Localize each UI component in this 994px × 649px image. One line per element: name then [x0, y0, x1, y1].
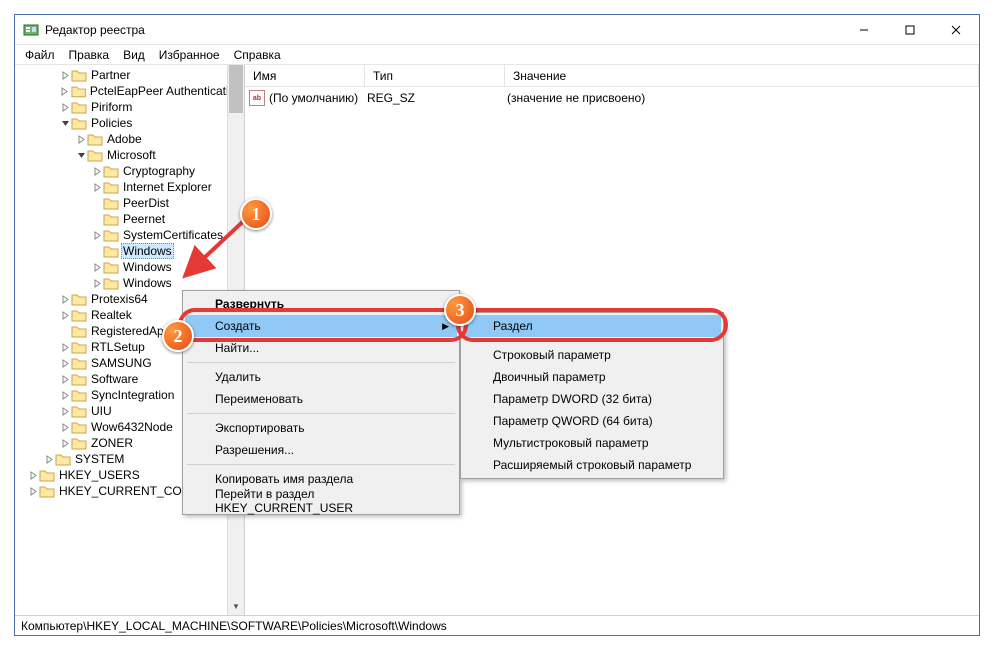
tree-item[interactable]: Piriform — [15, 99, 244, 115]
context-menu: Развернуть Создать▶ Найти... Удалить Пер… — [182, 290, 460, 515]
folder-icon — [71, 292, 87, 306]
scroll-down-icon[interactable]: ▼ — [228, 598, 244, 615]
folder-icon — [71, 372, 87, 386]
ctx-new-qword[interactable]: Параметр QWORD (64 бита) — [463, 410, 721, 432]
minimize-button[interactable] — [841, 15, 887, 44]
folder-icon — [103, 228, 119, 242]
tree-item[interactable]: PctelEapPeer Authentication — [15, 83, 244, 99]
folder-icon — [71, 388, 87, 402]
separator — [187, 362, 455, 363]
folder-icon — [103, 276, 119, 290]
folder-icon — [103, 180, 119, 194]
maximize-button[interactable] — [887, 15, 933, 44]
list-body: ab (По умолчанию) REG_SZ (значение не пр… — [245, 87, 979, 109]
value-row[interactable]: ab (По умолчанию) REG_SZ (значение не пр… — [249, 89, 975, 107]
folder-icon — [103, 244, 119, 258]
ctx-export[interactable]: Экспортировать — [185, 417, 457, 439]
ctx-new-key[interactable]: Раздел — [463, 315, 721, 337]
ctx-delete[interactable]: Удалить — [185, 366, 457, 388]
scroll-thumb[interactable] — [229, 65, 243, 113]
folder-icon — [71, 116, 87, 130]
ctx-goto[interactable]: Перейти в раздел HKEY_CURRENT_USER — [185, 490, 457, 512]
col-value[interactable]: Значение — [505, 65, 979, 86]
close-button[interactable] — [933, 15, 979, 44]
folder-icon — [87, 148, 103, 162]
statusbar: Компьютер\HKEY_LOCAL_MACHINE\SOFTWARE\Po… — [15, 615, 979, 635]
folder-icon — [55, 452, 71, 466]
status-path: Компьютер\HKEY_LOCAL_MACHINE\SOFTWARE\Po… — [21, 619, 447, 633]
tree-item[interactable]: Partner — [15, 67, 244, 83]
annotation-badge-1: 1 — [240, 198, 272, 230]
separator — [187, 464, 455, 465]
folder-icon — [39, 468, 55, 482]
context-submenu: Раздел Строковый параметр Двоичный парам… — [460, 312, 724, 479]
ctx-create[interactable]: Создать▶ — [185, 315, 457, 337]
ctx-new-binary[interactable]: Двоичный параметр — [463, 366, 721, 388]
menu-view[interactable]: Вид — [117, 46, 151, 64]
menu-help[interactable]: Справка — [228, 46, 287, 64]
folder-icon — [103, 164, 119, 178]
tree-item[interactable]: Policies — [15, 115, 244, 131]
folder-icon — [103, 196, 119, 210]
tree-item[interactable]: Adobe — [15, 131, 244, 147]
annotation-badge-2: 2 — [162, 320, 194, 352]
value-name: (По умолчанию) — [269, 91, 367, 105]
folder-icon — [71, 436, 87, 450]
folder-icon — [103, 212, 119, 226]
menubar: Файл Правка Вид Избранное Справка — [15, 45, 979, 65]
col-name[interactable]: Имя — [245, 65, 365, 86]
folder-icon — [71, 100, 87, 114]
ctx-find[interactable]: Найти... — [185, 337, 457, 359]
tree-item[interactable]: Internet Explorer — [15, 179, 244, 195]
folder-icon — [87, 132, 103, 146]
folder-icon — [71, 404, 87, 418]
folder-icon — [71, 68, 87, 82]
folder-icon — [103, 260, 119, 274]
tree-item[interactable]: Microsoft — [15, 147, 244, 163]
list-header: Имя Тип Значение — [245, 65, 979, 87]
titlebar[interactable]: Редактор реестра — [15, 15, 979, 45]
folder-icon — [71, 84, 86, 98]
ctx-expand[interactable]: Развернуть — [185, 293, 457, 315]
menu-edit[interactable]: Правка — [63, 46, 116, 64]
folder-icon — [71, 308, 87, 322]
annotation-badge-3: 3 — [444, 294, 476, 326]
ctx-new-string[interactable]: Строковый параметр — [463, 344, 721, 366]
ctx-new-expandstring[interactable]: Расширяемый строковый параметр — [463, 454, 721, 476]
folder-icon — [39, 484, 55, 498]
submenu-arrow-icon: ▶ — [442, 321, 449, 332]
ctx-new-dword[interactable]: Параметр DWORD (32 бита) — [463, 388, 721, 410]
string-value-icon: ab — [249, 90, 265, 106]
folder-icon — [71, 420, 87, 434]
ctx-rename[interactable]: Переименовать — [185, 388, 457, 410]
ctx-new-multistring[interactable]: Мультистроковый параметр — [463, 432, 721, 454]
separator — [465, 340, 719, 341]
menu-file[interactable]: Файл — [19, 46, 61, 64]
window-title: Редактор реестра — [45, 23, 841, 37]
menu-favorites[interactable]: Избранное — [153, 46, 226, 64]
folder-icon — [71, 340, 87, 354]
regedit-icon — [23, 22, 39, 38]
value-type: REG_SZ — [367, 91, 507, 105]
tree-item[interactable]: Cryptography — [15, 163, 244, 179]
ctx-permissions[interactable]: Разрешения... — [185, 439, 457, 461]
folder-icon — [71, 324, 87, 338]
col-type[interactable]: Тип — [365, 65, 505, 86]
folder-icon — [71, 356, 87, 370]
value-data: (значение не присвоено) — [507, 91, 645, 105]
separator — [187, 413, 455, 414]
window-buttons — [841, 15, 979, 44]
